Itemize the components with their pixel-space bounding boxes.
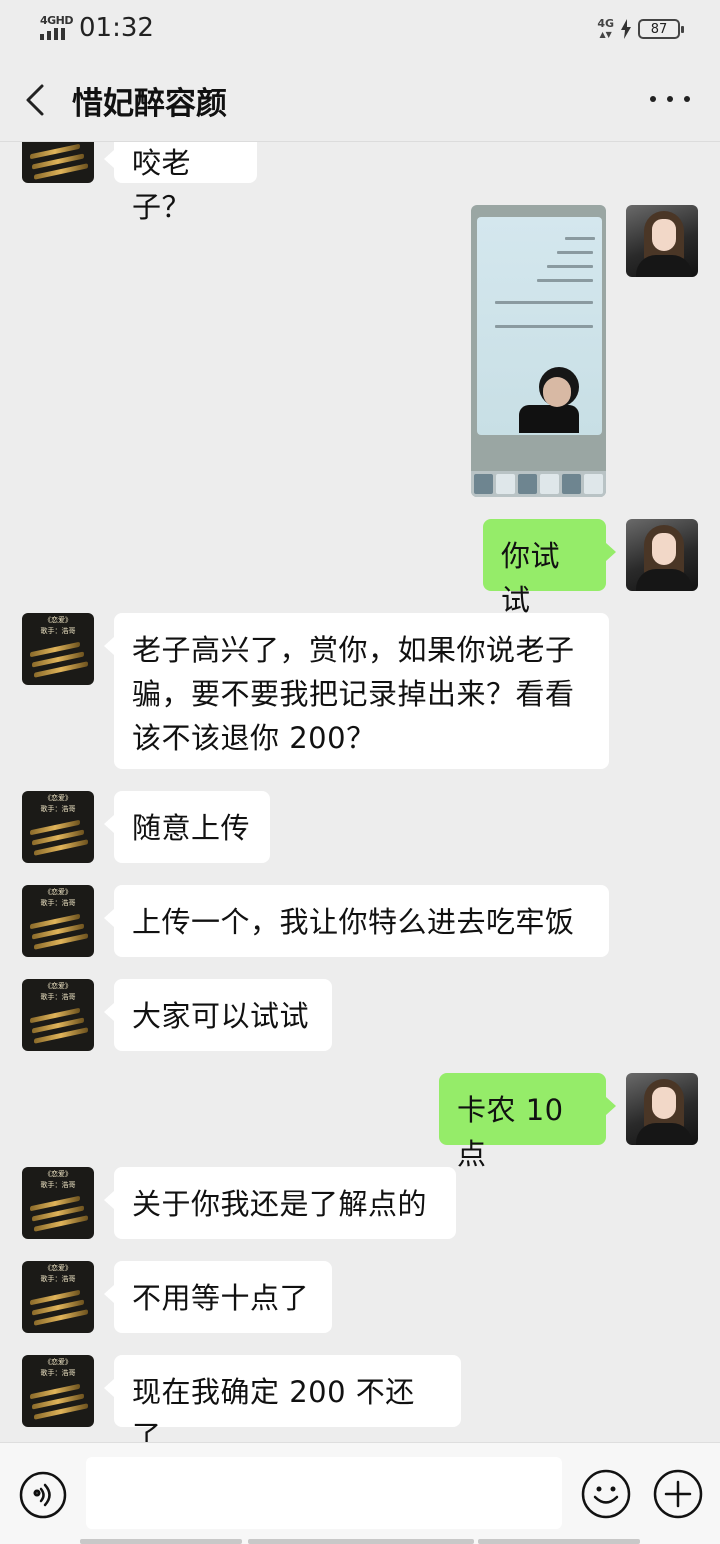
battery-level: 87 xyxy=(650,21,668,37)
message-bubble[interactable]: 随意上传 xyxy=(104,791,270,863)
avatar-caption-top: 《恋爱》 xyxy=(44,794,72,802)
avatar-caption-top: 《恋爱》 xyxy=(44,1170,72,1178)
message-bubble[interactable]: 现在我确定 200 不还了 xyxy=(104,1355,461,1442)
contact-avatar[interactable]: 《恋爱》 歌手：浩哥 xyxy=(22,1355,94,1427)
contact-avatar[interactable]: 《恋爱》 歌手：浩哥 xyxy=(22,791,94,863)
avatar-caption-top: 《恋爱》 xyxy=(44,888,72,896)
self-avatar[interactable] xyxy=(626,519,698,591)
home-indicator xyxy=(248,1539,474,1544)
chevron-left-icon[interactable] xyxy=(18,80,54,120)
self-avatar[interactable] xyxy=(626,205,698,277)
avatar-caption-mid: 歌手：浩哥 xyxy=(40,1181,76,1189)
network-4g-label: 4G xyxy=(597,16,614,30)
avatar-caption-top: 《恋爱》 xyxy=(44,616,72,624)
message-input[interactable] xyxy=(86,1457,562,1529)
contact-avatar[interactable]: 《恋爱》 歌手：浩哥 xyxy=(22,613,94,685)
message-bubble[interactable]: 咬老子？ xyxy=(104,142,257,224)
status-bar: 4GHD 01:32 4G ▲▼ 87 xyxy=(0,0,720,58)
contact-avatar[interactable]: 《恋爱》 歌手：浩哥 xyxy=(22,979,94,1051)
message-bubble[interactable]: 你试试 xyxy=(483,519,616,617)
avatar-caption-mid: 歌手：浩哥 xyxy=(40,805,76,813)
message-bubble[interactable]: 卡农 10 点 xyxy=(439,1073,616,1171)
message-bubble[interactable]: 老子高兴了，赏你，如果你说老子 骗，要不要我把记录掉出来？看看 该不该退你 20… xyxy=(104,613,609,769)
chat-title: 惜妃醉容颜 xyxy=(72,86,227,122)
plus-icon[interactable] xyxy=(652,1468,704,1520)
avatar-caption-mid: 歌手：浩哥 xyxy=(40,627,76,635)
id-card-image[interactable] xyxy=(471,205,606,497)
avatar-caption-mid: 歌手：浩哥 xyxy=(40,899,76,907)
network-type: 4GHD xyxy=(40,14,74,27)
message-list[interactable]: 咬老子？ 你试试 《恋爱》 歌手：浩哥 老子高兴了，赏你，如果你说老子 骗，要不… xyxy=(0,142,720,1442)
avatar-caption-mid: 歌手：浩哥 xyxy=(40,1369,76,1377)
battery-icon: 87 xyxy=(638,19,684,39)
home-indicator xyxy=(478,1539,640,1544)
network-4g-icon: 4G ▲▼ xyxy=(597,16,614,39)
contact-avatar[interactable]: 《恋爱》 歌手：浩哥 xyxy=(22,1167,94,1239)
avatar-caption-top: 《恋爱》 xyxy=(44,1264,72,1272)
clock: 01:32 xyxy=(79,13,154,43)
message-bubble[interactable]: 关于你我还是了解点的 xyxy=(104,1167,456,1239)
avatar-caption-top: 《恋爱》 xyxy=(44,1358,72,1366)
input-bar xyxy=(0,1442,720,1544)
contact-avatar[interactable]: 《恋爱》 歌手：浩哥 xyxy=(22,885,94,957)
avatar-caption-mid: 歌手：浩哥 xyxy=(40,1275,76,1283)
contact-avatar[interactable] xyxy=(22,142,94,183)
message-bubble[interactable]: 上传一个，我让你特么进去吃牢饭 xyxy=(104,885,609,957)
signal-icon: 4GHD xyxy=(40,14,74,40)
chat-header: 惜妃醉容颜 xyxy=(0,58,720,142)
home-indicator xyxy=(80,1539,242,1544)
emoji-icon[interactable] xyxy=(580,1468,632,1520)
more-dots-icon[interactable] xyxy=(650,84,690,114)
voice-icon[interactable] xyxy=(19,1471,67,1519)
contact-avatar[interactable]: 《恋爱》 歌手：浩哥 xyxy=(22,1261,94,1333)
avatar-caption-mid: 歌手：浩哥 xyxy=(40,993,76,1001)
charging-icon xyxy=(621,19,631,39)
self-avatar[interactable] xyxy=(626,1073,698,1145)
avatar-caption-top: 《恋爱》 xyxy=(44,982,72,990)
message-bubble[interactable]: 不用等十点了 xyxy=(104,1261,332,1333)
message-bubble[interactable]: 大家可以试试 xyxy=(104,979,332,1051)
status-right: 4G ▲▼ 87 xyxy=(597,16,684,42)
